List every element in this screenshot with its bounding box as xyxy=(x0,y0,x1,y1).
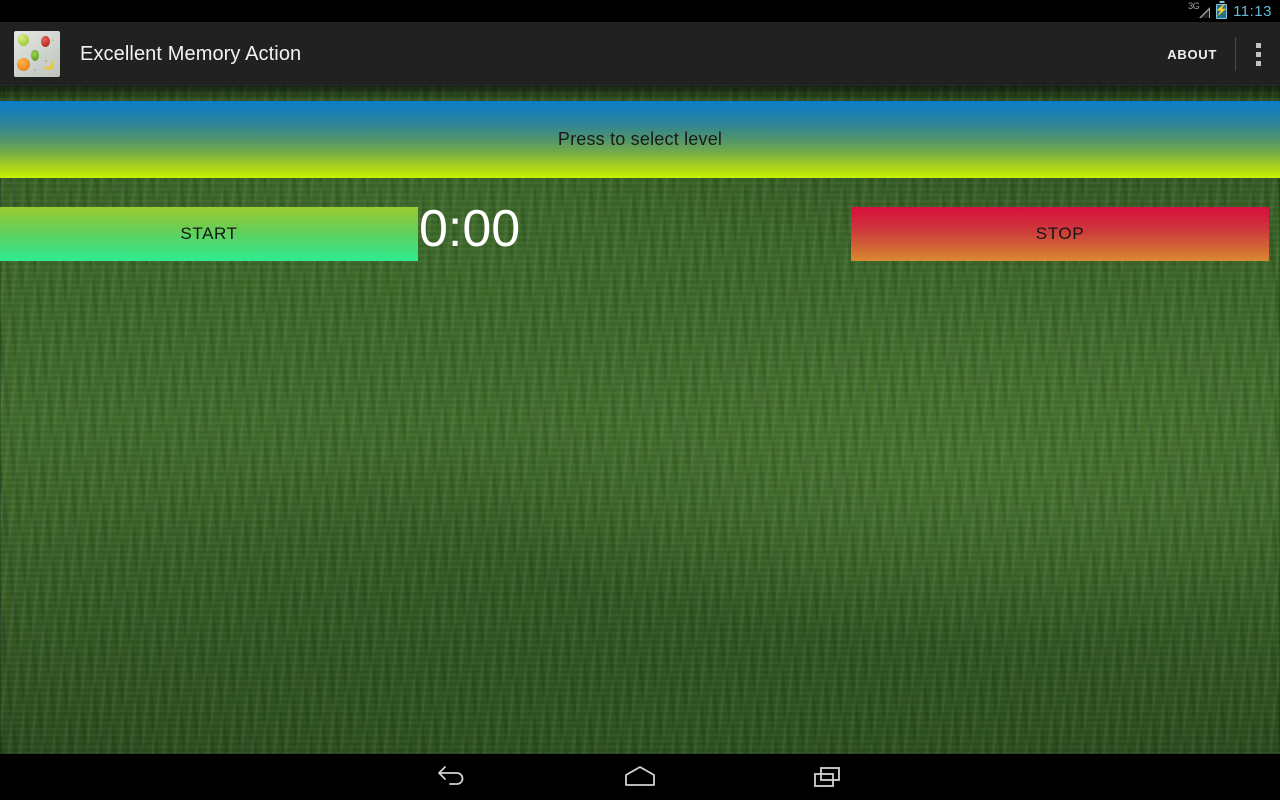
overflow-dot xyxy=(1255,60,1261,66)
signal-triangle xyxy=(1199,7,1211,18)
recent-apps-icon[interactable] xyxy=(798,754,858,800)
stop-button-label: STOP xyxy=(1035,224,1085,243)
start-button[interactable]: START xyxy=(0,207,418,261)
about-button[interactable]: ABOUT xyxy=(1149,22,1235,86)
overflow-dot xyxy=(1255,42,1261,48)
stop-button[interactable]: STOP xyxy=(851,207,1269,261)
overflow-dot xyxy=(1255,51,1261,57)
grass-top-shadow xyxy=(0,86,1280,102)
navigation-bar xyxy=(0,754,1280,800)
start-button-label: START xyxy=(180,224,238,243)
status-clock: 11:13 xyxy=(1233,2,1272,20)
status-bar: 3G ⚡ 11:13 xyxy=(0,0,1280,22)
overflow-menu-icon[interactable] xyxy=(1236,22,1280,86)
green-pear-icon xyxy=(31,50,39,61)
home-icon[interactable] xyxy=(610,754,670,800)
app-fruit-icon xyxy=(14,31,60,77)
select-level-label: Press to select level xyxy=(557,129,723,149)
back-arrow-icon[interactable] xyxy=(422,754,482,800)
android-screen: 3G ⚡ 11:13 Excellent Memory Action ABOUT xyxy=(0,0,1280,800)
grass-background xyxy=(0,86,1280,754)
red-cherry-icon xyxy=(41,36,50,47)
action-bar-actions: ABOUT xyxy=(1149,22,1280,86)
orange-icon xyxy=(17,58,30,71)
signal-bars-icon: 3G xyxy=(1188,1,1211,19)
app-title: Excellent Memory Action xyxy=(80,42,302,65)
charging-bolt-icon: ⚡ xyxy=(1214,4,1229,17)
battery-charging-icon: ⚡ xyxy=(1214,3,1229,19)
green-apple-icon xyxy=(18,34,29,46)
timer-display: 0:00 xyxy=(419,200,521,258)
network-type-label: 3G xyxy=(1188,1,1200,11)
banana-icon xyxy=(41,57,55,71)
select-level-banner[interactable]: Press to select level xyxy=(0,101,1280,178)
action-bar: Excellent Memory Action ABOUT xyxy=(0,22,1280,86)
